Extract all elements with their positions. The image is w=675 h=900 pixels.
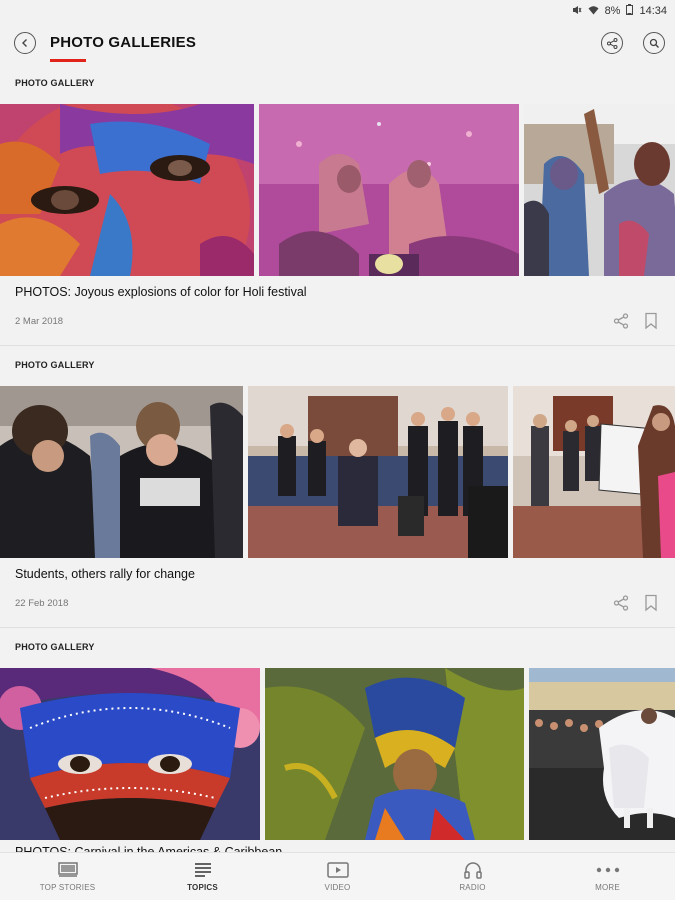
photo-strip[interactable] bbox=[0, 386, 675, 558]
nav-label: RADIO bbox=[459, 883, 486, 892]
share-icon bbox=[606, 37, 617, 49]
nav-topics[interactable]: TOPICS bbox=[135, 853, 270, 900]
app-header: PHOTO GALLERIES bbox=[0, 22, 675, 64]
share-icon[interactable] bbox=[612, 312, 630, 330]
nav-label: TOPICS bbox=[187, 883, 218, 892]
back-button[interactable] bbox=[14, 32, 36, 54]
bookmark-icon[interactable] bbox=[642, 312, 660, 330]
share-button[interactable] bbox=[601, 32, 623, 54]
gallery-photo[interactable] bbox=[0, 668, 260, 840]
top-stories-icon bbox=[57, 861, 78, 879]
photo-strip[interactable] bbox=[0, 104, 675, 276]
divider bbox=[0, 345, 675, 346]
back-arrow-icon bbox=[22, 39, 27, 47]
clock: 14:34 bbox=[639, 5, 667, 17]
gallery-photo[interactable] bbox=[513, 386, 675, 558]
bookmark-icon[interactable] bbox=[642, 594, 660, 612]
photo-strip[interactable] bbox=[0, 668, 675, 840]
gallery-label: PHOTO GALLERY bbox=[15, 360, 95, 370]
headphones-icon bbox=[463, 861, 483, 879]
gallery-photo[interactable] bbox=[248, 386, 508, 558]
video-icon bbox=[326, 861, 349, 879]
gallery-photo[interactable] bbox=[265, 668, 524, 840]
nav-label: MORE bbox=[595, 883, 620, 892]
battery-level: 8% bbox=[604, 5, 621, 17]
nav-top-stories[interactable]: TOP STORIES bbox=[0, 853, 135, 900]
wifi-icon bbox=[588, 5, 599, 18]
divider bbox=[0, 627, 675, 628]
gallery-photo[interactable] bbox=[524, 104, 675, 276]
gallery-photo[interactable] bbox=[529, 668, 675, 840]
status-bar: 8% 14:34 bbox=[0, 0, 675, 22]
gallery-label: PHOTO GALLERY bbox=[15, 642, 95, 652]
nav-label: VIDEO bbox=[324, 883, 351, 892]
nav-video[interactable]: VIDEO bbox=[270, 853, 405, 900]
bottom-nav: TOP STORIES TOPICS VIDEO RADIO MORE bbox=[0, 852, 675, 900]
page-title: PHOTO GALLERIES bbox=[50, 34, 197, 51]
gallery-title[interactable]: PHOTOS: Joyous explosions of color for H… bbox=[15, 285, 307, 299]
gallery-photo[interactable] bbox=[0, 386, 243, 558]
nav-radio[interactable]: RADIO bbox=[405, 853, 540, 900]
gallery-date: 2 Mar 2018 bbox=[15, 316, 64, 327]
topics-icon bbox=[193, 861, 213, 879]
gallery-title[interactable]: Students, others rally for change bbox=[15, 567, 195, 581]
search-button[interactable] bbox=[643, 32, 665, 54]
gallery-photo[interactable] bbox=[259, 104, 519, 276]
mute-icon bbox=[572, 5, 582, 18]
search-icon bbox=[649, 38, 659, 48]
gallery-photo[interactable] bbox=[0, 104, 254, 276]
more-icon bbox=[596, 861, 620, 879]
nav-more[interactable]: MORE bbox=[540, 853, 675, 900]
share-icon[interactable] bbox=[612, 594, 630, 612]
gallery-title[interactable]: PHOTOS: Carnival in the Americas & Carib… bbox=[15, 845, 315, 852]
title-underline bbox=[50, 59, 86, 62]
nav-label: TOP STORIES bbox=[39, 883, 96, 892]
gallery-label: PHOTO GALLERY bbox=[15, 78, 95, 88]
gallery-date: 22 Feb 2018 bbox=[15, 598, 69, 609]
battery-icon bbox=[626, 4, 634, 18]
